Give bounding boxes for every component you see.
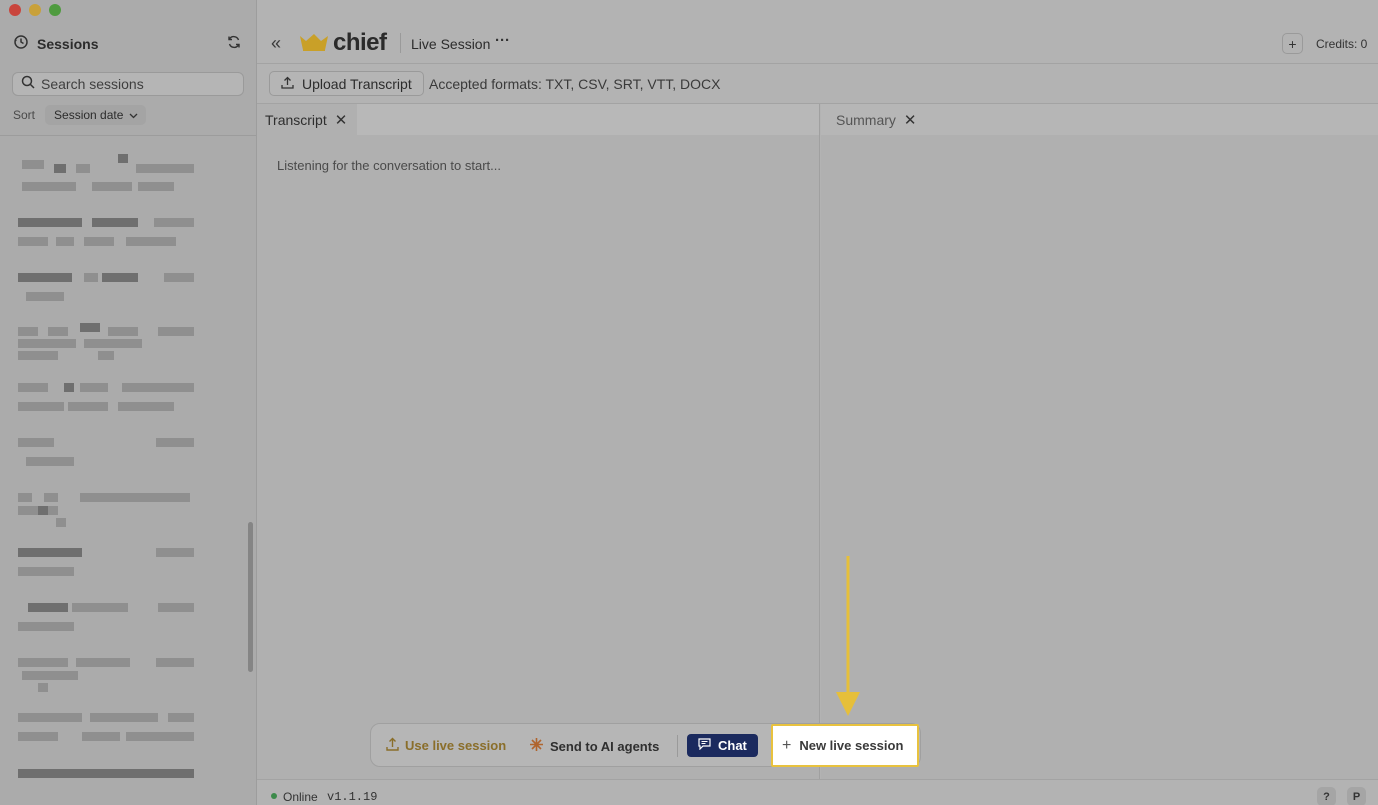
upload-row: Upload Transcript Accepted formats: TXT,… [257, 64, 1378, 104]
session-item[interactable] [18, 535, 198, 590]
zoom-window-button[interactable] [49, 4, 61, 16]
session-item[interactable] [18, 755, 198, 805]
sort-value: Session date [54, 108, 124, 122]
session-item[interactable] [18, 425, 198, 480]
connection-status: Online [283, 790, 318, 804]
upload-transcript-button[interactable]: Upload Transcript [269, 71, 424, 96]
sessions-list [18, 150, 198, 805]
sessions-sidebar: Sessions Sort Session date [0, 0, 257, 805]
summary-tabbar: Summary ✕ [821, 104, 1378, 135]
crown-logo-icon [300, 34, 328, 51]
use-live-session-button[interactable]: Use live session [386, 737, 506, 754]
chat-bubble-icon [698, 738, 711, 753]
close-window-button[interactable] [9, 4, 21, 16]
app-version: v1.1.19 [327, 790, 378, 804]
add-credits-button[interactable]: + [1282, 33, 1303, 54]
sort-row: Sort Session date [13, 105, 147, 125]
brand-name: chief [333, 29, 387, 56]
help-button[interactable]: ? [1317, 787, 1336, 805]
send-to-ai-agents-button[interactable]: Send to AI agents [529, 737, 659, 755]
history-icon [13, 34, 29, 55]
chevron-down-icon [129, 108, 138, 122]
new-live-session-label: New live session [799, 738, 904, 753]
more-options-icon[interactable]: ··· [495, 32, 510, 49]
tab-transcript-label: Transcript [265, 111, 327, 128]
upload-button-label: Upload Transcript [302, 75, 412, 92]
top-bar: « chief Live Session ··· + Credits: 0 [257, 0, 1378, 64]
minimize-window-button[interactable] [29, 4, 41, 16]
new-live-session-button[interactable]: + New live session [771, 724, 919, 767]
tab-summary-label: Summary [836, 111, 896, 128]
app-logo: chief [299, 29, 387, 57]
session-item[interactable] [18, 370, 198, 425]
sparkle-icon [529, 737, 544, 755]
session-item[interactable] [18, 150, 198, 205]
sidebar-title: Sessions [37, 36, 99, 52]
profile-button[interactable]: P [1347, 787, 1366, 805]
callout-arrow-icon [836, 556, 860, 716]
summary-pane: Summary ✕ [821, 104, 1378, 779]
tab-transcript[interactable]: Transcript ✕ [257, 104, 358, 135]
upload-icon [281, 76, 294, 92]
sort-select[interactable]: Session date [45, 105, 147, 125]
page-title: Live Session [411, 36, 491, 52]
window-controls [9, 4, 61, 16]
credits-label: Credits: 0 [1316, 37, 1368, 51]
sort-label: Sort [13, 108, 36, 122]
content-panes: Transcript ✕ Listening for the conversat… [257, 104, 1378, 779]
header-divider [400, 33, 401, 53]
session-item[interactable] [18, 315, 198, 370]
transcript-tabbar: Transcript ✕ [257, 104, 819, 135]
collapse-sidebar-icon[interactable]: « [271, 33, 281, 53]
session-item[interactable] [18, 590, 198, 645]
status-bar: Online v1.1.19 ? P [257, 779, 1378, 805]
action-divider [677, 735, 678, 757]
session-item[interactable] [18, 260, 198, 315]
search-box[interactable] [12, 72, 244, 96]
close-icon[interactable]: ✕ [904, 111, 917, 129]
sidebar-header: Sessions [13, 33, 242, 55]
transcript-pane: Transcript ✕ Listening for the conversat… [257, 104, 820, 779]
main-area: « chief Live Session ··· + Credits: 0 Up… [257, 0, 1378, 805]
sidebar-scrollbar[interactable] [248, 522, 253, 672]
session-item[interactable] [18, 700, 198, 755]
chat-label: Chat [718, 738, 747, 753]
use-live-session-label: Use live session [405, 738, 507, 753]
refresh-icon[interactable] [226, 34, 242, 55]
online-status-dot [271, 793, 277, 799]
search-input[interactable] [41, 76, 231, 92]
chat-button[interactable]: Chat [687, 734, 758, 757]
close-icon[interactable]: ✕ [335, 111, 348, 129]
upload-icon [386, 737, 399, 754]
plus-icon: + [782, 736, 792, 754]
session-item[interactable] [18, 645, 198, 700]
accepted-formats: Accepted formats: TXT, CSV, SRT, VTT, DO… [429, 76, 721, 92]
listening-message: Listening for the conversation to start.… [277, 158, 502, 173]
session-item[interactable] [18, 205, 198, 260]
tab-summary[interactable]: Summary ✕ [828, 104, 926, 135]
search-icon [21, 75, 35, 94]
sidebar-divider [0, 135, 256, 136]
send-to-ai-agents-label: Send to AI agents [550, 738, 660, 754]
session-item[interactable] [18, 480, 198, 535]
